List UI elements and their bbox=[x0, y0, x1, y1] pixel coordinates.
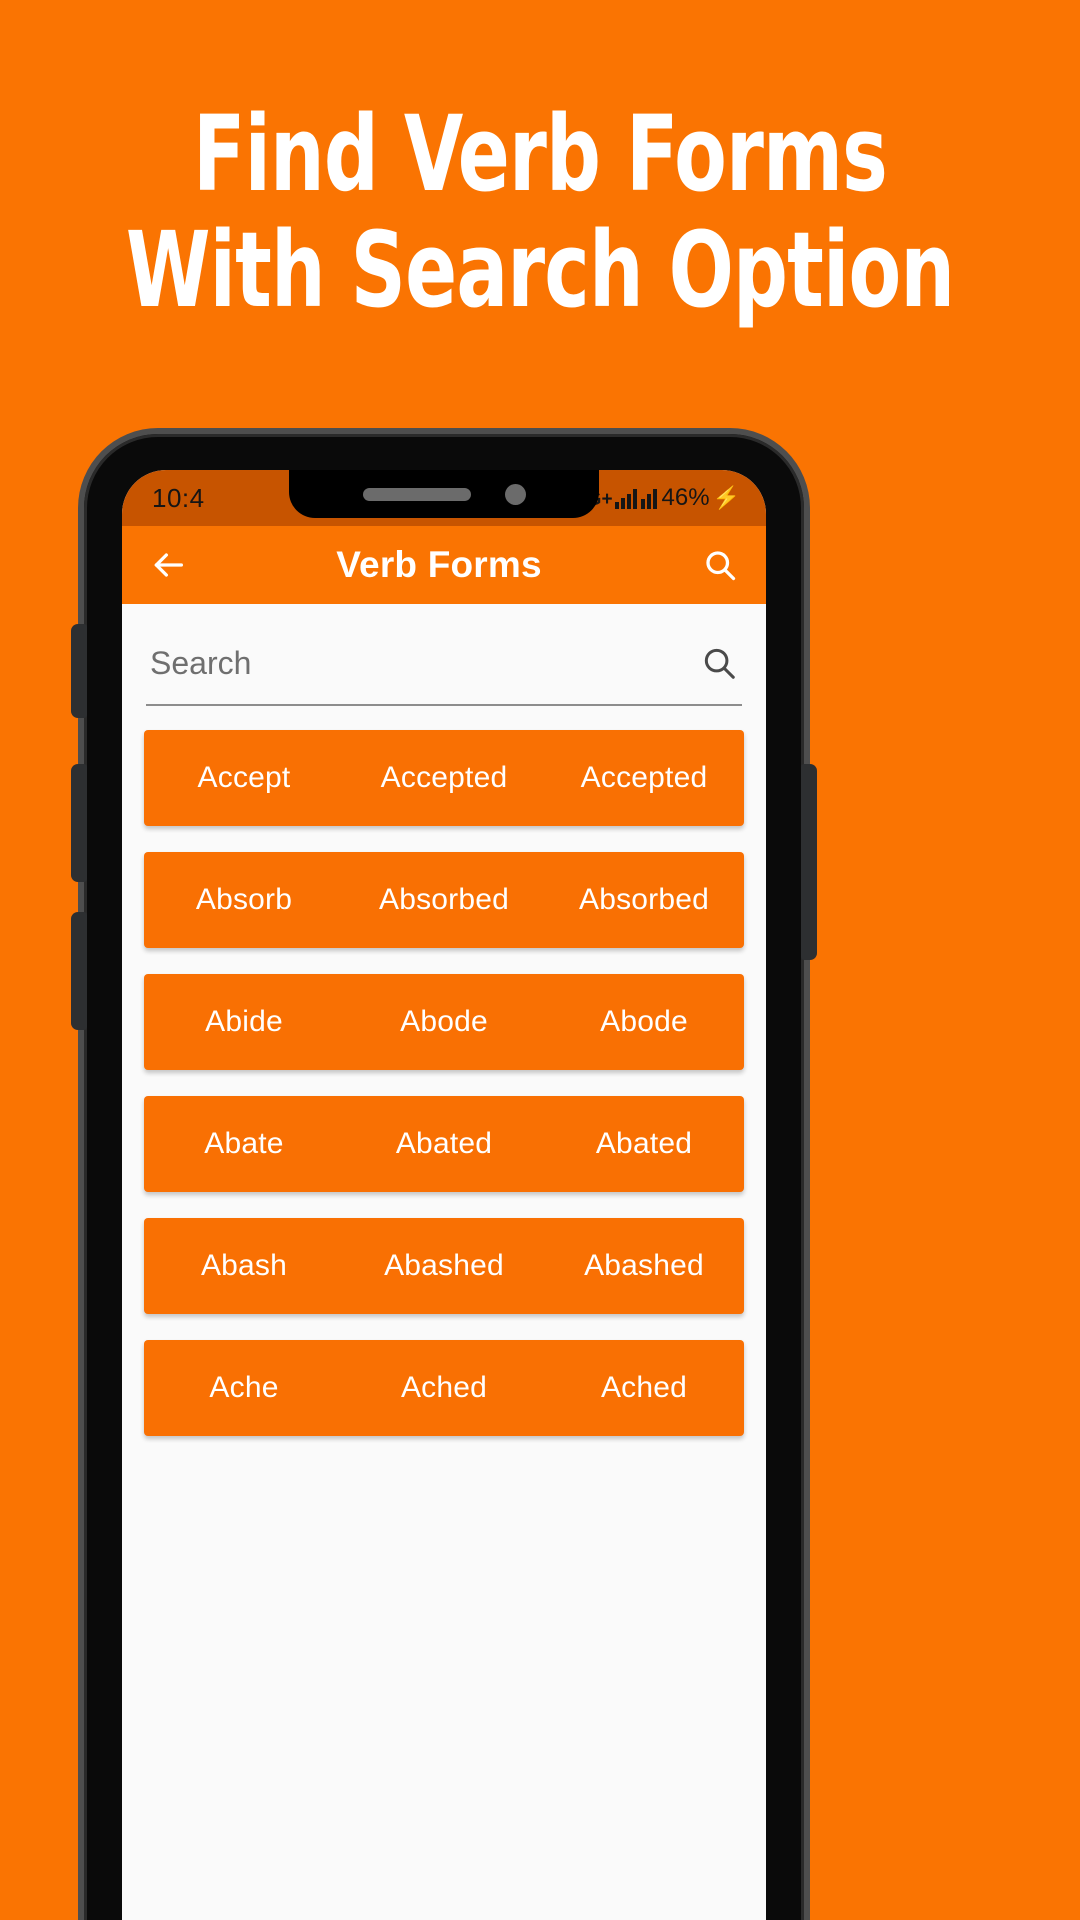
verb-past: Abashed bbox=[384, 1249, 504, 1282]
earpiece-speaker bbox=[362, 487, 471, 501]
app-bar-title: Verb Forms bbox=[336, 544, 542, 585]
verb-past: Accepted bbox=[380, 761, 508, 794]
front-camera bbox=[504, 483, 526, 505]
charging-bolt-icon: ⚡ bbox=[712, 485, 740, 510]
table-row[interactable]: Abide Abode Abode bbox=[144, 974, 744, 1070]
phone-mockup: 10:4 ↕ 4G+ 46% ⚡ bbox=[71, 434, 817, 1920]
verb-past-participle: Abode bbox=[600, 1005, 688, 1038]
verb-past-participle: Abashed bbox=[584, 1249, 704, 1282]
table-row[interactable]: Abate Abated Abated bbox=[144, 1096, 744, 1192]
verb-base: Absorb bbox=[195, 883, 293, 916]
promo-poster: Find Verb Forms With Search Option 10:4 … bbox=[0, 0, 1080, 1920]
phone-power-button bbox=[801, 764, 817, 960]
headline-line-2: With Search Option bbox=[125, 209, 955, 332]
verb-base: Ache bbox=[209, 1371, 279, 1404]
table-row[interactable]: Absorb Absorbed Absorbed bbox=[144, 852, 744, 948]
verb-past: Absorbed bbox=[378, 883, 510, 916]
verb-past: Abated bbox=[395, 1127, 493, 1160]
search-icon[interactable] bbox=[698, 543, 742, 587]
search-input-placeholder: Search bbox=[150, 644, 252, 681]
verb-past: Ached bbox=[400, 1371, 488, 1404]
table-row[interactable]: Accept Accepted Accepted bbox=[144, 730, 744, 826]
verb-past-participle: Ached bbox=[600, 1371, 688, 1404]
verb-base: Abide bbox=[205, 1005, 283, 1038]
phone-button-left-top bbox=[71, 624, 87, 718]
table-row[interactable]: Abash Abashed Abashed bbox=[144, 1218, 744, 1314]
battery-percentage: 46% bbox=[661, 484, 710, 511]
signal-bars-secondary-icon bbox=[640, 487, 657, 509]
phone-notch bbox=[289, 470, 599, 518]
signal-bars-icon bbox=[614, 487, 637, 509]
phone-volume-up-button bbox=[71, 764, 87, 882]
verb-past: Abode bbox=[400, 1005, 488, 1038]
verb-base: Abash bbox=[200, 1249, 288, 1282]
status-bar-time: 10:4 bbox=[152, 482, 205, 513]
phone-screen: 10:4 ↕ 4G+ 46% ⚡ bbox=[122, 470, 766, 1920]
verb-list: Accept Accepted Accepted Absorb Absorbed… bbox=[122, 706, 766, 1436]
verb-base: Accept bbox=[197, 761, 291, 794]
headline-line-1: Find Verb Forms bbox=[192, 93, 888, 215]
page-title: Find Verb Forms With Search Option bbox=[97, 96, 983, 329]
search-bar-container: Search bbox=[122, 604, 766, 706]
app-bar: Verb Forms bbox=[122, 526, 766, 604]
search-field-search-icon[interactable] bbox=[700, 644, 738, 682]
verb-past-participle: Abated bbox=[595, 1127, 693, 1160]
search-input[interactable]: Search bbox=[146, 644, 742, 706]
status-bar: 10:4 ↕ 4G+ 46% ⚡ bbox=[122, 470, 766, 526]
phone-volume-down-button bbox=[71, 912, 87, 1030]
verb-past-participle: Absorbed bbox=[578, 883, 710, 916]
verb-base: Abate bbox=[204, 1127, 284, 1160]
table-row[interactable]: Ache Ached Ached bbox=[144, 1340, 744, 1436]
verb-past-participle: Accepted bbox=[580, 761, 708, 794]
